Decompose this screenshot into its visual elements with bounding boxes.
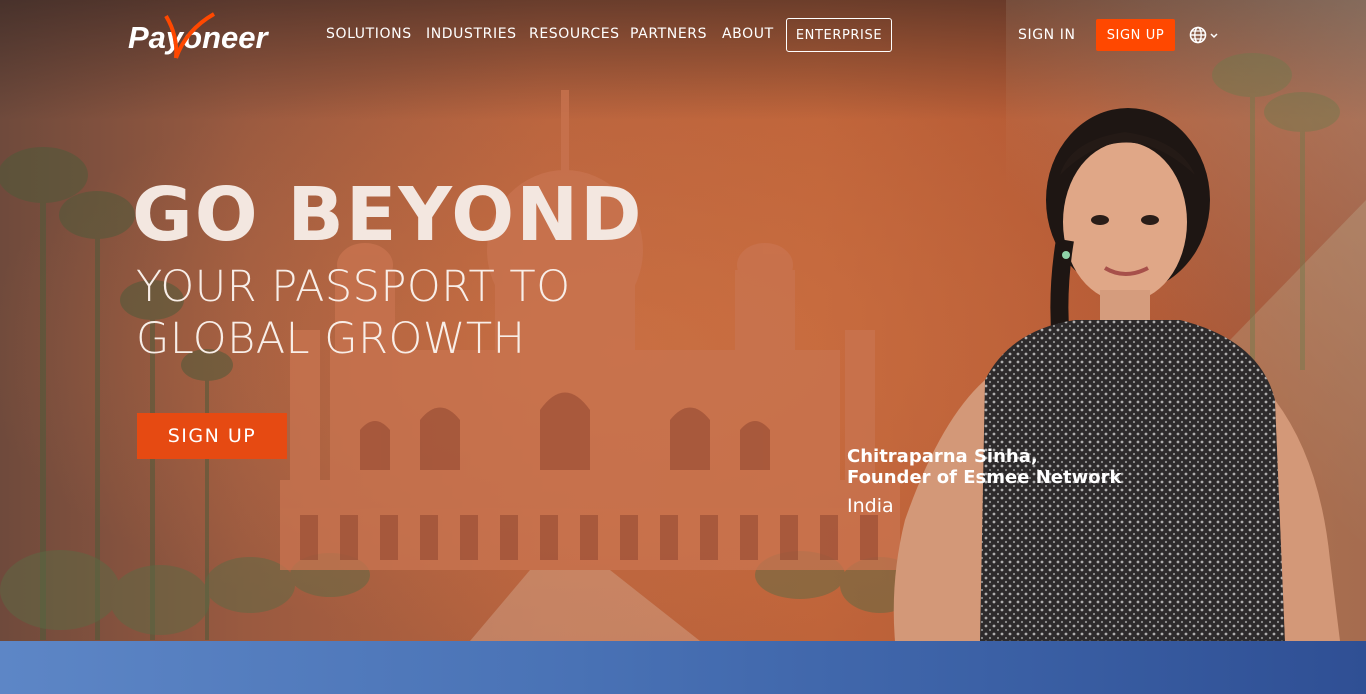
hero-headline: GO BEYOND [132, 172, 644, 258]
enterprise-button[interactable]: ENTERPRISE [786, 18, 892, 52]
nav-about[interactable]: ABOUT [722, 26, 774, 42]
nav-solutions[interactable]: SOLUTIONS [326, 26, 412, 42]
hero-subline-1: YOUR PASSPORT TO [136, 262, 571, 312]
testimonial-title: Founder of Esmee Network [847, 467, 1122, 488]
top-navigation: Payoneer SOLUTIONS INDUSTRIES RESOURCES … [0, 0, 1366, 70]
logo-mark: Payoneer [128, 12, 270, 59]
testimonial-country: India [847, 495, 894, 517]
nav-signup-button[interactable]: SIGN UP [1096, 19, 1175, 51]
bottom-blue-strip [0, 641, 1366, 694]
hero-section: GO BEYOND YOUR PASSPORT TO GLOBAL GROWTH… [0, 0, 1366, 641]
sign-in-link[interactable]: SIGN IN [1018, 27, 1076, 43]
nav-partners[interactable]: PARTNERS [630, 26, 707, 42]
nav-resources[interactable]: RESOURCES [529, 26, 620, 42]
language-selector[interactable] [1188, 25, 1220, 45]
hero-subline-2: GLOBAL GROWTH [136, 314, 526, 364]
nav-industries[interactable]: INDUSTRIES [426, 26, 517, 42]
payoneer-logo[interactable]: Payoneer [128, 12, 273, 60]
testimonial-name: Chitraparna Sinha, [847, 446, 1038, 467]
chevron-down-icon [1210, 33, 1218, 39]
globe-icon [1189, 26, 1218, 44]
hero-signup-button[interactable]: SIGN UP [137, 413, 287, 459]
